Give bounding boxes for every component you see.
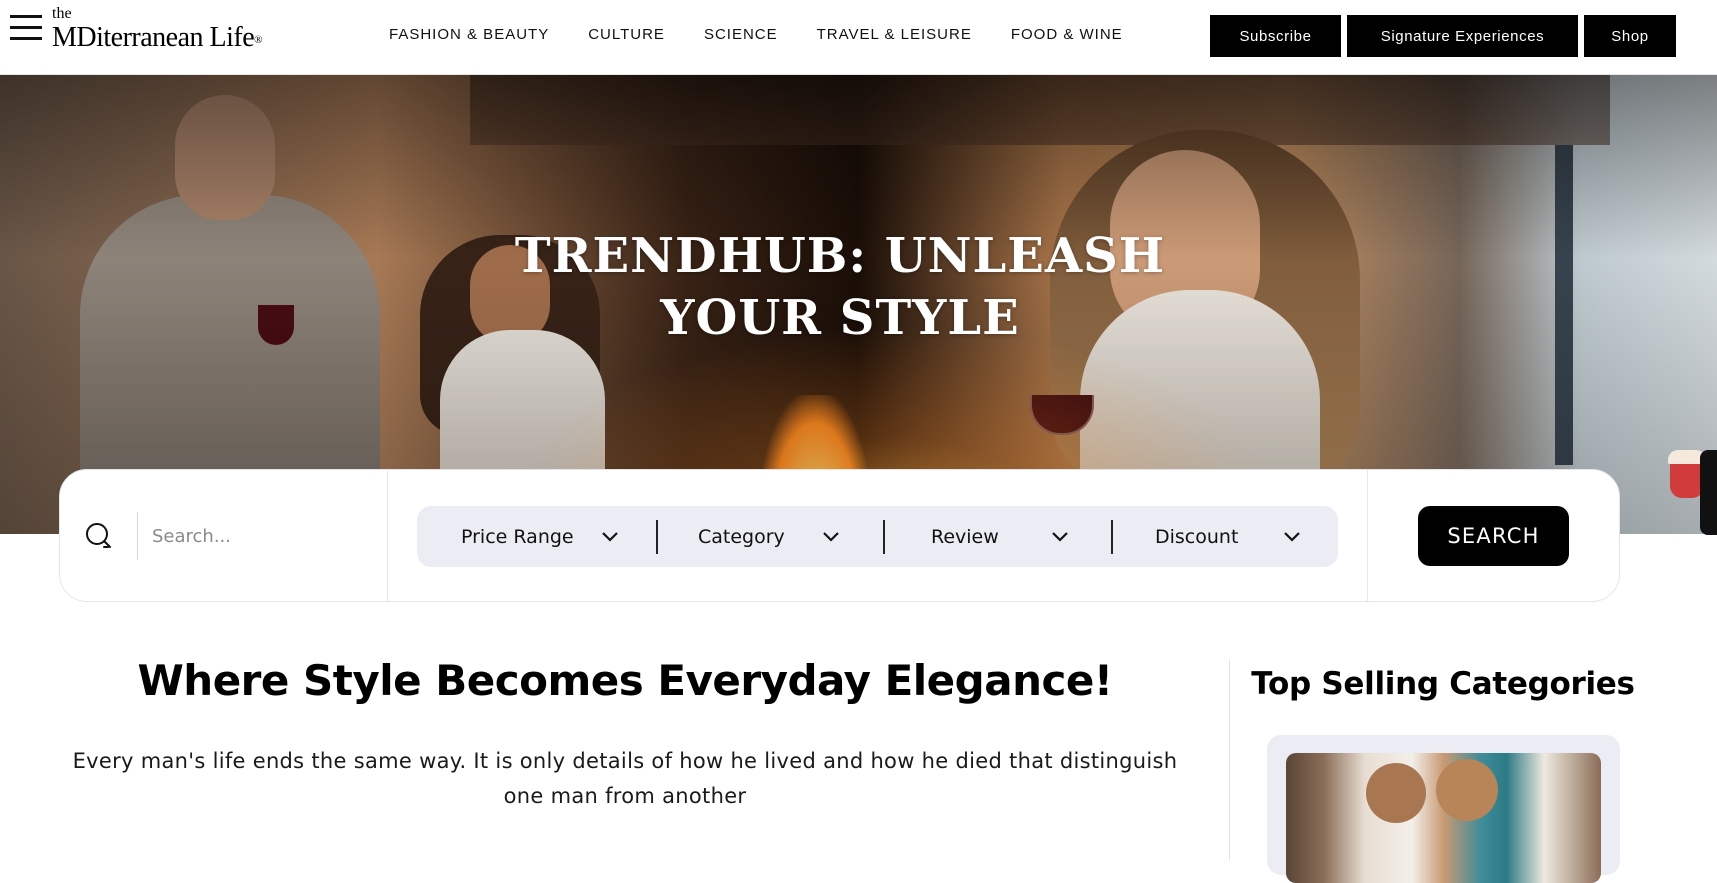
hamburger-menu-icon[interactable] — [10, 12, 44, 46]
discount-dropdown[interactable]: Discount — [1113, 506, 1338, 567]
subscribe-button[interactable]: Subscribe — [1210, 15, 1341, 57]
price-range-dropdown[interactable]: Price Range — [417, 506, 656, 567]
product-search-bar: Price Range Category Review Discount SEA… — [59, 469, 1620, 602]
chevron-down-icon — [1052, 532, 1068, 542]
signature-experiences-button[interactable]: Signature Experiences — [1347, 15, 1578, 57]
side-drawer-tab[interactable] — [1700, 450, 1717, 535]
review-label: Review — [931, 525, 999, 548]
shop-button[interactable]: Shop — [1584, 15, 1676, 57]
price-range-label: Price Range — [461, 525, 574, 548]
page-intro-text: Every man's life ends the same way. It i… — [72, 749, 1178, 808]
nav-culture[interactable]: CULTURE — [588, 26, 665, 43]
site-logo[interactable]: the MDiterranean Life® — [52, 5, 282, 53]
nav-travel-leisure[interactable]: TRAVEL & LEISURE — [817, 26, 972, 43]
search-icon[interactable] — [84, 521, 114, 551]
search-input[interactable] — [152, 518, 372, 554]
site-header: the MDiterranean Life® FASHION & BEAUTY … — [0, 0, 1717, 75]
filter-group: Price Range Category Review Discount — [417, 506, 1338, 567]
chevron-down-icon — [1284, 532, 1300, 542]
top-categories-heading: Top Selling Categories — [1251, 666, 1635, 702]
logo-main-text: MDiterranean Life — [52, 22, 255, 53]
nav-science[interactable]: SCIENCE — [704, 26, 778, 43]
category-label: Category — [698, 525, 785, 548]
hero-banner: TRENDHUB: UNLEASH YOUR STYLE — [0, 75, 1717, 534]
discount-label: Discount — [1155, 525, 1239, 548]
search-field-zone — [60, 470, 388, 601]
review-dropdown[interactable]: Review — [885, 506, 1111, 567]
hero-title-line1: TRENDHUB: UNLEASH — [514, 228, 1166, 284]
search-button[interactable]: SEARCH — [1418, 506, 1569, 566]
category-dropdown[interactable]: Category — [658, 506, 883, 567]
page-headline: Where Style Becomes Everyday Elegance! — [137, 656, 1113, 705]
logo-prefix: the — [52, 5, 72, 22]
nav-fashion-beauty[interactable]: FASHION & BEAUTY — [389, 26, 549, 43]
chevron-down-icon — [823, 532, 839, 542]
logo-wordmark: MDiterranean Life® — [52, 22, 263, 53]
hero-title-line2: YOUR STYLE — [660, 290, 1020, 346]
category-card[interactable] — [1267, 735, 1620, 883]
floating-cart-icon[interactable] — [1668, 450, 1706, 498]
search-button-zone: SEARCH — [1367, 470, 1620, 601]
chevron-down-icon — [602, 532, 618, 542]
nav-food-wine[interactable]: FOOD & WINE — [1011, 26, 1123, 43]
search-divider — [137, 512, 138, 560]
main-nav: FASHION & BEAUTY CULTURE SCIENCE TRAVEL … — [389, 26, 1162, 43]
hero-title: TRENDHUB: UNLEASH YOUR STYLE — [0, 225, 1680, 349]
logo-registered-mark: ® — [254, 34, 263, 46]
category-card-image[interactable] — [1286, 753, 1601, 883]
